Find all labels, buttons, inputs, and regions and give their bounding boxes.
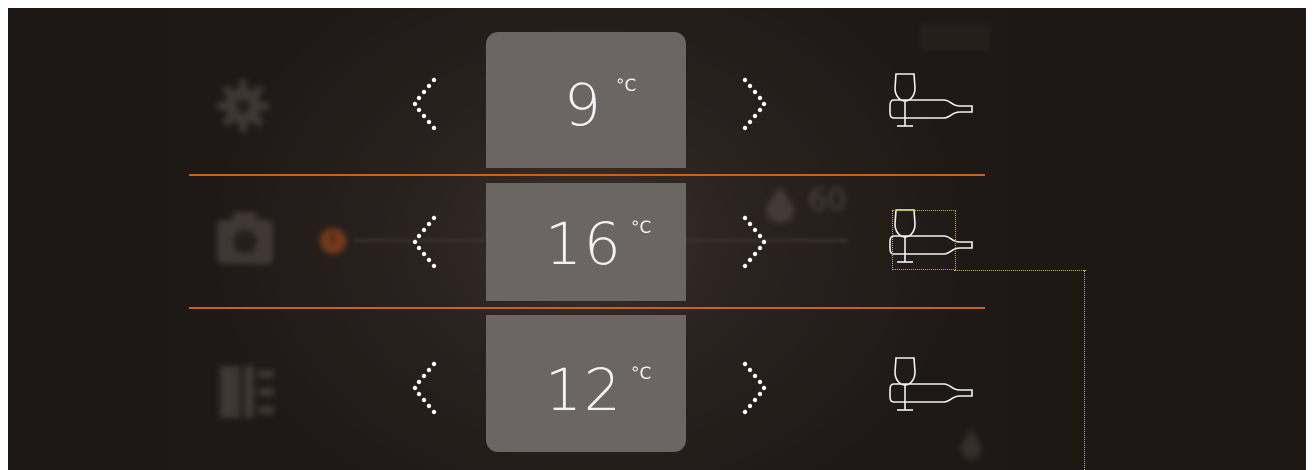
- decrease-temperature-top-button[interactable]: [408, 76, 448, 136]
- chevron-left-dotted-icon: [412, 215, 437, 269]
- camera-icon: [213, 206, 277, 274]
- chevron-left-dotted-icon: [412, 361, 437, 415]
- annotation-leader-line: [1084, 270, 1085, 470]
- chevron-right-dotted-icon: [742, 215, 767, 269]
- increase-temperature-middle-button[interactable]: [735, 214, 775, 274]
- temperature-unit-top: °C: [616, 76, 637, 96]
- temperature-value-middle: 16: [545, 210, 623, 278]
- increase-temperature-top-button[interactable]: [735, 76, 775, 136]
- decrease-temperature-bottom-button[interactable]: [408, 360, 448, 420]
- wine-type-top-button[interactable]: [888, 72, 974, 134]
- zone-divider: [189, 307, 985, 309]
- decrease-temperature-middle-button[interactable]: [408, 214, 448, 274]
- background-top-button: [920, 24, 990, 50]
- chevron-right-dotted-icon: [742, 361, 767, 415]
- temperature-unit-bottom: °C: [631, 364, 652, 384]
- increase-temperature-bottom-button[interactable]: [735, 360, 775, 420]
- temperature-value-bottom: 12: [545, 356, 623, 424]
- humidity-value: 60: [808, 183, 847, 218]
- wine-glass-bottle-icon: [889, 357, 973, 411]
- annotation-leader-line: [954, 270, 1086, 271]
- power-icon: [318, 226, 348, 260]
- gear-icon: [213, 76, 273, 140]
- wine-cooler-screen: 60 9 °C 16 °C 12 °C: [8, 8, 1306, 470]
- chevron-right-dotted-icon: [742, 77, 767, 131]
- wine-type-bottom-button[interactable]: [888, 356, 974, 418]
- drop-icon: [958, 426, 984, 464]
- annotation-highlight-box: [892, 210, 956, 270]
- zone-divider: [189, 174, 985, 176]
- wine-glass-bottle-icon: [889, 73, 973, 127]
- light-icon: [218, 362, 278, 426]
- temperature-value-top: 9: [564, 71, 603, 139]
- temperature-unit-middle: °C: [631, 218, 652, 238]
- chevron-left-dotted-icon: [412, 77, 437, 131]
